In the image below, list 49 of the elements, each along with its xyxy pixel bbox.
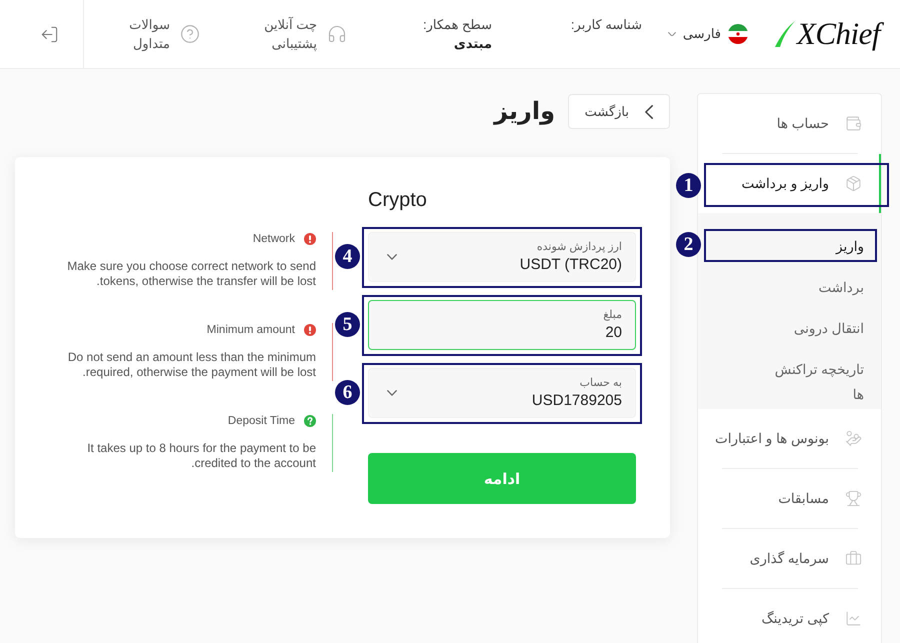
flag-icon: [728, 24, 748, 44]
chevron-left-icon: [645, 104, 653, 118]
step-number: 6: [335, 380, 360, 405]
note-text: Make sure you choose correct network to send tokens, otherwise the transfer will be lost.: [66, 259, 316, 289]
faq-link[interactable]: سوالات متداول: [129, 15, 200, 53]
help-circle-icon: [180, 24, 200, 44]
note-title: Deposit Time: [228, 414, 295, 428]
sidebar-item[interactable]: حساب ها: [698, 94, 881, 153]
sidebar-item[interactable]: بونوس ها و اعتبارات: [698, 409, 881, 468]
box-icon: [845, 175, 862, 192]
note-text: Do not send an amount less than the minimum required, otherwise the payment will be lost.: [66, 350, 316, 380]
step-number: 2: [676, 232, 701, 257]
language-selector[interactable]: فارسی: [668, 24, 748, 44]
hand-coins-icon: [845, 430, 862, 447]
back-button[interactable]: بازگشت: [568, 94, 670, 129]
trophy-icon: [845, 490, 862, 507]
swoosh-icon: [774, 20, 795, 48]
submenu-item[interactable]: انتقال درونی: [698, 308, 881, 349]
alert-icon: [304, 233, 316, 245]
level-value: مبتدی: [452, 35, 492, 53]
step-number: 5: [335, 312, 360, 337]
sidebar-item[interactable]: کپی تریدینگ: [698, 589, 881, 643]
user-id-label: شناسه کاربر:: [570, 16, 642, 34]
level-label: سطح همکار:: [423, 16, 492, 34]
briefcase-icon: [845, 550, 862, 567]
step-number: 4: [335, 244, 360, 269]
chevron-down-icon: [387, 254, 397, 260]
submenu-item[interactable]: واریز: [698, 226, 881, 267]
submenu-item[interactable]: برداشت: [698, 267, 881, 308]
wallet-icon: [845, 115, 862, 132]
note-title: Minimum amount: [206, 323, 295, 337]
sidebar-item[interactable]: مسابقات: [698, 469, 881, 528]
page-title: واریز: [494, 97, 555, 127]
logout-icon: [40, 24, 58, 44]
sidebar-item[interactable]: واریز و برداشت: [698, 154, 881, 213]
submenu-item[interactable]: تاریخچه تراکنش ها: [698, 349, 881, 409]
help-icon: [304, 415, 316, 427]
headset-icon: [327, 24, 347, 44]
chevron-down-icon: [668, 32, 676, 36]
chart-icon: [845, 610, 862, 627]
brand-logo: XChief: [796, 15, 885, 53]
chevron-down-icon: [387, 390, 397, 396]
sidebar-item[interactable]: سرمایه گذاری: [698, 529, 881, 588]
note-text: It takes up to 8 hours for the payment to be credited to the account.: [86, 441, 316, 471]
note-title: Network: [252, 232, 295, 246]
step-number: 1: [676, 173, 701, 198]
card-title: Crypto: [368, 188, 427, 213]
support-chat-link[interactable]: چت آنلاین پشتیبانی: [264, 15, 347, 53]
alert-icon: [304, 324, 316, 336]
